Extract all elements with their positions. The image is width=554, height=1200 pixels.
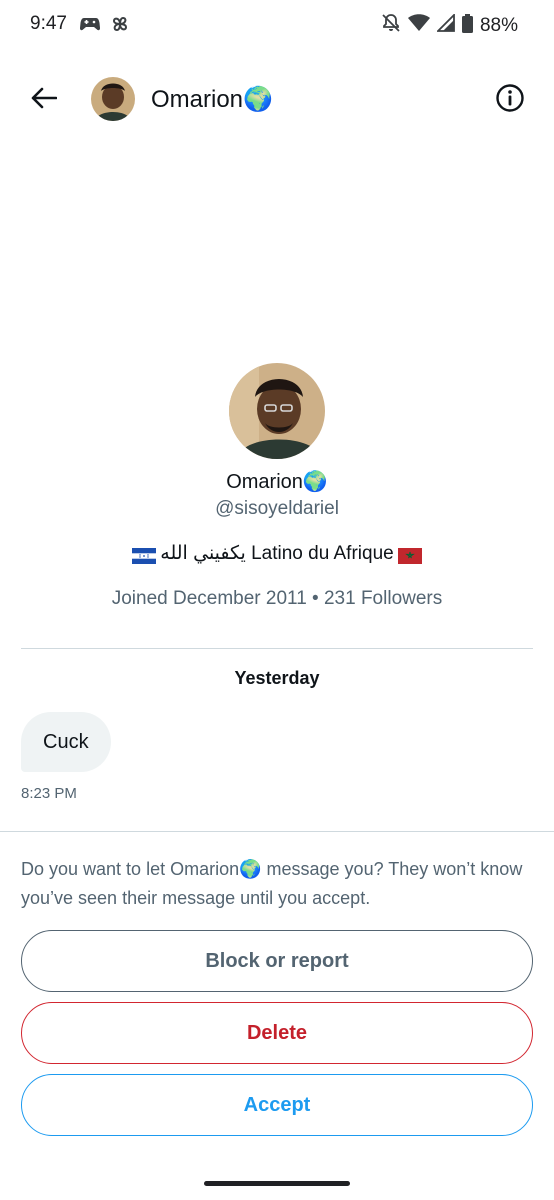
cell-signal-icon (435, 12, 455, 37)
header-avatar[interactable] (91, 77, 135, 121)
gesture-nav-handle[interactable] (204, 1181, 350, 1186)
morocco-flag-icon (397, 546, 422, 564)
status-time: 9:47 (30, 13, 67, 34)
message-bubble[interactable]: Cuck (21, 712, 111, 772)
pinwheel-icon (110, 14, 130, 39)
status-left-icons (79, 14, 130, 39)
profile-avatar[interactable] (229, 363, 325, 459)
profile-name[interactable]: Omarion🌍 (0, 469, 554, 495)
profile-bio: يكفيني الله Latino du Afrique (0, 541, 554, 567)
message-request-prompt: Do you want to let Omarion🌍 message you?… (21, 859, 523, 908)
header-name[interactable]: Omarion🌍 (151, 85, 273, 114)
conversation-header: Omarion🌍 (0, 70, 554, 130)
date-separator: Yesterday (234, 668, 320, 688)
profile-meta: Joined December 2011 • 231 Followers (111, 588, 443, 609)
profile-card: Omarion🌍 @sisoyeldariel يكفيني الله Lati… (0, 363, 554, 612)
wifi-icon (407, 14, 430, 37)
delete-button[interactable]: Delete (21, 1002, 533, 1064)
battery-icon (461, 13, 473, 38)
honduras-flag-icon (132, 546, 157, 564)
game-controller-icon (79, 15, 101, 38)
block-or-report-button[interactable]: Block or report (21, 930, 533, 992)
back-button[interactable] (26, 82, 62, 118)
arrow-left-icon (31, 87, 58, 114)
message-timestamp: 8:23 PM (21, 785, 77, 802)
battery-percent: 88% (479, 14, 518, 36)
notifications-off-icon (381, 13, 401, 38)
status-right-icons: 88% (381, 12, 518, 38)
divider (21, 648, 533, 649)
profile-bio-text: يكفيني الله Latino du Afrique (160, 543, 394, 564)
divider (0, 831, 554, 832)
info-button[interactable] (492, 82, 528, 118)
info-circle-icon (495, 83, 525, 118)
profile-handle[interactable]: @sisoyeldariel (0, 497, 554, 521)
status-bar: 9:47 88% (0, 0, 554, 50)
accept-button[interactable]: Accept (21, 1074, 533, 1136)
